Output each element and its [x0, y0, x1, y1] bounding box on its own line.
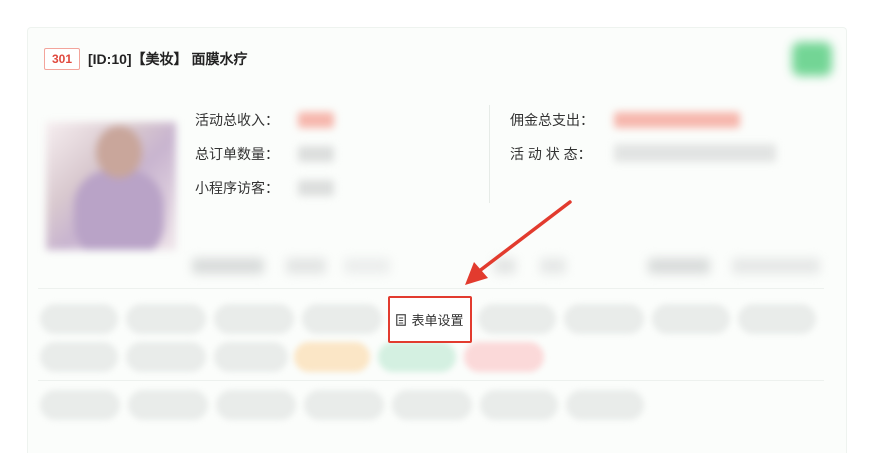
annotation-arrow [465, 200, 572, 285]
